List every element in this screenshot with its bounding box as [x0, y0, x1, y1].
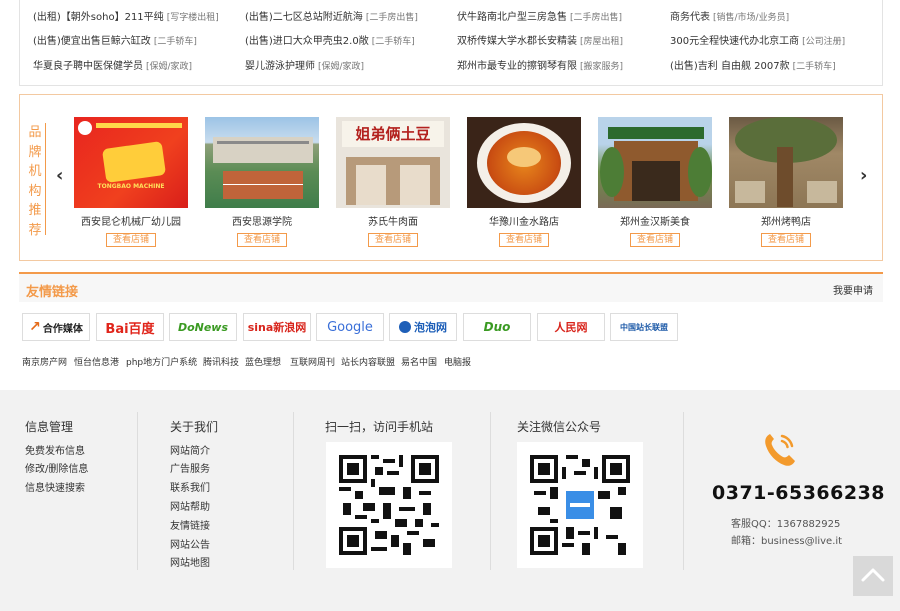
back-to-top-button[interactable] [853, 556, 893, 596]
divider [293, 412, 294, 570]
mobile-site-title: 扫一扫，访问手机站 [325, 420, 434, 434]
listing-item[interactable]: 双桥传媒大学水郡长安精装 [房屋出租] [457, 32, 623, 47]
partner-logo[interactable]: 泡泡网 [389, 313, 457, 341]
footer-link[interactable]: 网站帮助 [170, 498, 210, 513]
view-shop-button[interactable]: 查看店铺 [237, 233, 287, 247]
brand-image[interactable] [467, 117, 581, 208]
brand-name[interactable]: 华豫川金水路店 [467, 213, 581, 228]
phone-icon [765, 434, 795, 466]
footer-link[interactable]: 广告服务 [170, 460, 210, 475]
brand-card[interactable]: 郑州金汉斯美食 查看店铺 [598, 117, 712, 247]
brand-image[interactable]: TONGBAO MACHINE [74, 117, 188, 208]
brand-card[interactable]: 华豫川金水路店 查看店铺 [467, 117, 581, 247]
brand-image[interactable]: 姐弟俩土豆 [336, 117, 450, 208]
friend-text-link[interactable]: 互联网周刊 [290, 355, 335, 368]
support-email: 邮箱：business@live.it [731, 536, 843, 547]
brand-image[interactable] [729, 117, 843, 208]
partner-logo[interactable]: ↗ 合作媒体 [22, 313, 90, 341]
friend-links-header: 友情链接 我要申请 [19, 272, 883, 302]
friend-text-link[interactable]: 蓝色理想 [245, 355, 281, 368]
chevron-up-icon [861, 568, 885, 582]
listing-item[interactable]: 300元全程快速代办北京工商 [公司注册] [670, 32, 845, 47]
footer-link[interactable]: 友情链接 [170, 517, 210, 532]
brand-image[interactable] [205, 117, 319, 208]
friend-text-link[interactable]: 腾讯科技 [203, 355, 239, 368]
view-shop-button[interactable]: 查看店铺 [761, 233, 811, 247]
brand-recommend-section: 品牌机 构推荐 ‹ › TONGBAO MACHINE 西安昆仑机械厂幼儿园 查… [19, 94, 883, 261]
friend-text-link[interactable]: 易名中国 [401, 355, 437, 368]
partner-logo[interactable]: Bai百度 [96, 313, 164, 341]
view-shop-button[interactable]: 查看店铺 [630, 233, 680, 247]
listing-item[interactable]: (出租)【朝外soho】211平纯 [写字楼出租] [33, 8, 219, 23]
brand-section-title: 品牌机 构推荐 [28, 125, 42, 238]
classified-listings: (出租)【朝外soho】211平纯 [写字楼出租] (出售)二七区总站附近航海 [二… [19, 0, 883, 86]
partner-logo[interactable]: 人民网 [537, 313, 605, 341]
listing-item[interactable]: 华夏良子聘中医保健学员 [保姆/家政] [33, 57, 192, 72]
footer-link[interactable]: 网站简介 [170, 442, 210, 457]
footer-info-title: 信息管理 [25, 420, 74, 434]
listing-item[interactable]: 郑州市最专业的擦钢琴有限 [搬家服务] [457, 57, 623, 72]
divider [683, 412, 684, 570]
partner-logo[interactable]: Google [316, 313, 384, 341]
brand-name[interactable]: 郑州烤鸭店 [729, 213, 843, 228]
footer-link[interactable]: 联系我们 [170, 479, 210, 494]
listing-item[interactable]: (出售)二七区总站附近航海 [二手房出售] [245, 8, 418, 23]
apply-link[interactable]: 我要申请 [833, 282, 873, 297]
footer-link[interactable]: 修改/删除信息 [25, 460, 88, 475]
mobile-qr-code [326, 442, 452, 568]
hotline-number: 0371-65366238 [712, 482, 886, 504]
brand-name[interactable]: 郑州金汉斯美食 [598, 213, 712, 228]
partner-logo[interactable]: sina新浪网 [243, 313, 311, 341]
friend-links-title: 友情链接 [26, 285, 79, 300]
partner-logo[interactable]: 中国站长联盟 [610, 313, 678, 341]
footer-link[interactable]: 免费发布信息 [25, 442, 85, 457]
view-shop-button[interactable]: 查看店铺 [106, 233, 156, 247]
listing-item[interactable]: (出售)便宜出售巨鲸六缸改 [二手轿车] [33, 32, 197, 47]
view-shop-button[interactable]: 查看店铺 [368, 233, 418, 247]
friend-text-link[interactable]: 电脑报 [444, 355, 471, 368]
brand-card[interactable]: TONGBAO MACHINE 西安昆仑机械厂幼儿园 查看店铺 [74, 117, 188, 247]
partner-logo[interactable]: Duo [463, 313, 531, 341]
divider [490, 412, 491, 570]
listing-item[interactable]: 婴儿游泳护理师 [保姆/家政] [245, 57, 364, 72]
brand-card[interactable]: 西安思源学院 查看店铺 [205, 117, 319, 247]
footer-link[interactable]: 信息快速搜索 [25, 479, 85, 494]
footer-link[interactable]: 网站公告 [170, 536, 210, 551]
listing-item[interactable]: (出售)进口大众甲壳虫2.0敞 [二手轿车] [245, 32, 415, 47]
brand-name[interactable]: 西安昆仑机械厂幼儿园 [74, 213, 188, 228]
divider [137, 412, 138, 570]
friend-text-link[interactable]: 恒台信息港 [74, 355, 119, 368]
wechat-title: 关注微信公众号 [517, 420, 602, 434]
partner-logo[interactable]: DoNews [169, 313, 237, 341]
friend-text-link[interactable]: 南京房产网 [22, 355, 67, 368]
carousel-next-arrow[interactable]: › [860, 165, 867, 186]
friend-text-link[interactable]: 站长内容联盟 [341, 355, 395, 368]
listing-item[interactable]: 伏牛路南北户型三房急售 [二手房出售] [457, 8, 622, 23]
listing-item[interactable]: 商务代表 [销售/市场/业务员] [670, 8, 789, 23]
brand-name[interactable]: 西安思源学院 [205, 213, 319, 228]
brand-name[interactable]: 苏氏牛肉面 [336, 213, 450, 228]
support-qq: 客服QQ：1367882925 [731, 519, 841, 530]
view-shop-button[interactable]: 查看店铺 [499, 233, 549, 247]
listing-item[interactable]: (出售)吉利 自由舰 2007款 [二手轿车] [670, 57, 836, 72]
brand-card[interactable]: 郑州烤鸭店 查看店铺 [729, 117, 843, 247]
brand-image[interactable] [598, 117, 712, 208]
carousel-prev-arrow[interactable]: ‹ [56, 165, 63, 186]
footer-link[interactable]: 网站地图 [170, 554, 210, 569]
brand-card[interactable]: 姐弟俩土豆 苏氏牛肉面 查看店铺 [336, 117, 450, 247]
friend-text-link[interactable]: php地方门户系统 [126, 355, 197, 368]
divider [45, 123, 46, 235]
wechat-qr-code [517, 442, 643, 568]
footer-about-title: 关于我们 [170, 420, 219, 434]
